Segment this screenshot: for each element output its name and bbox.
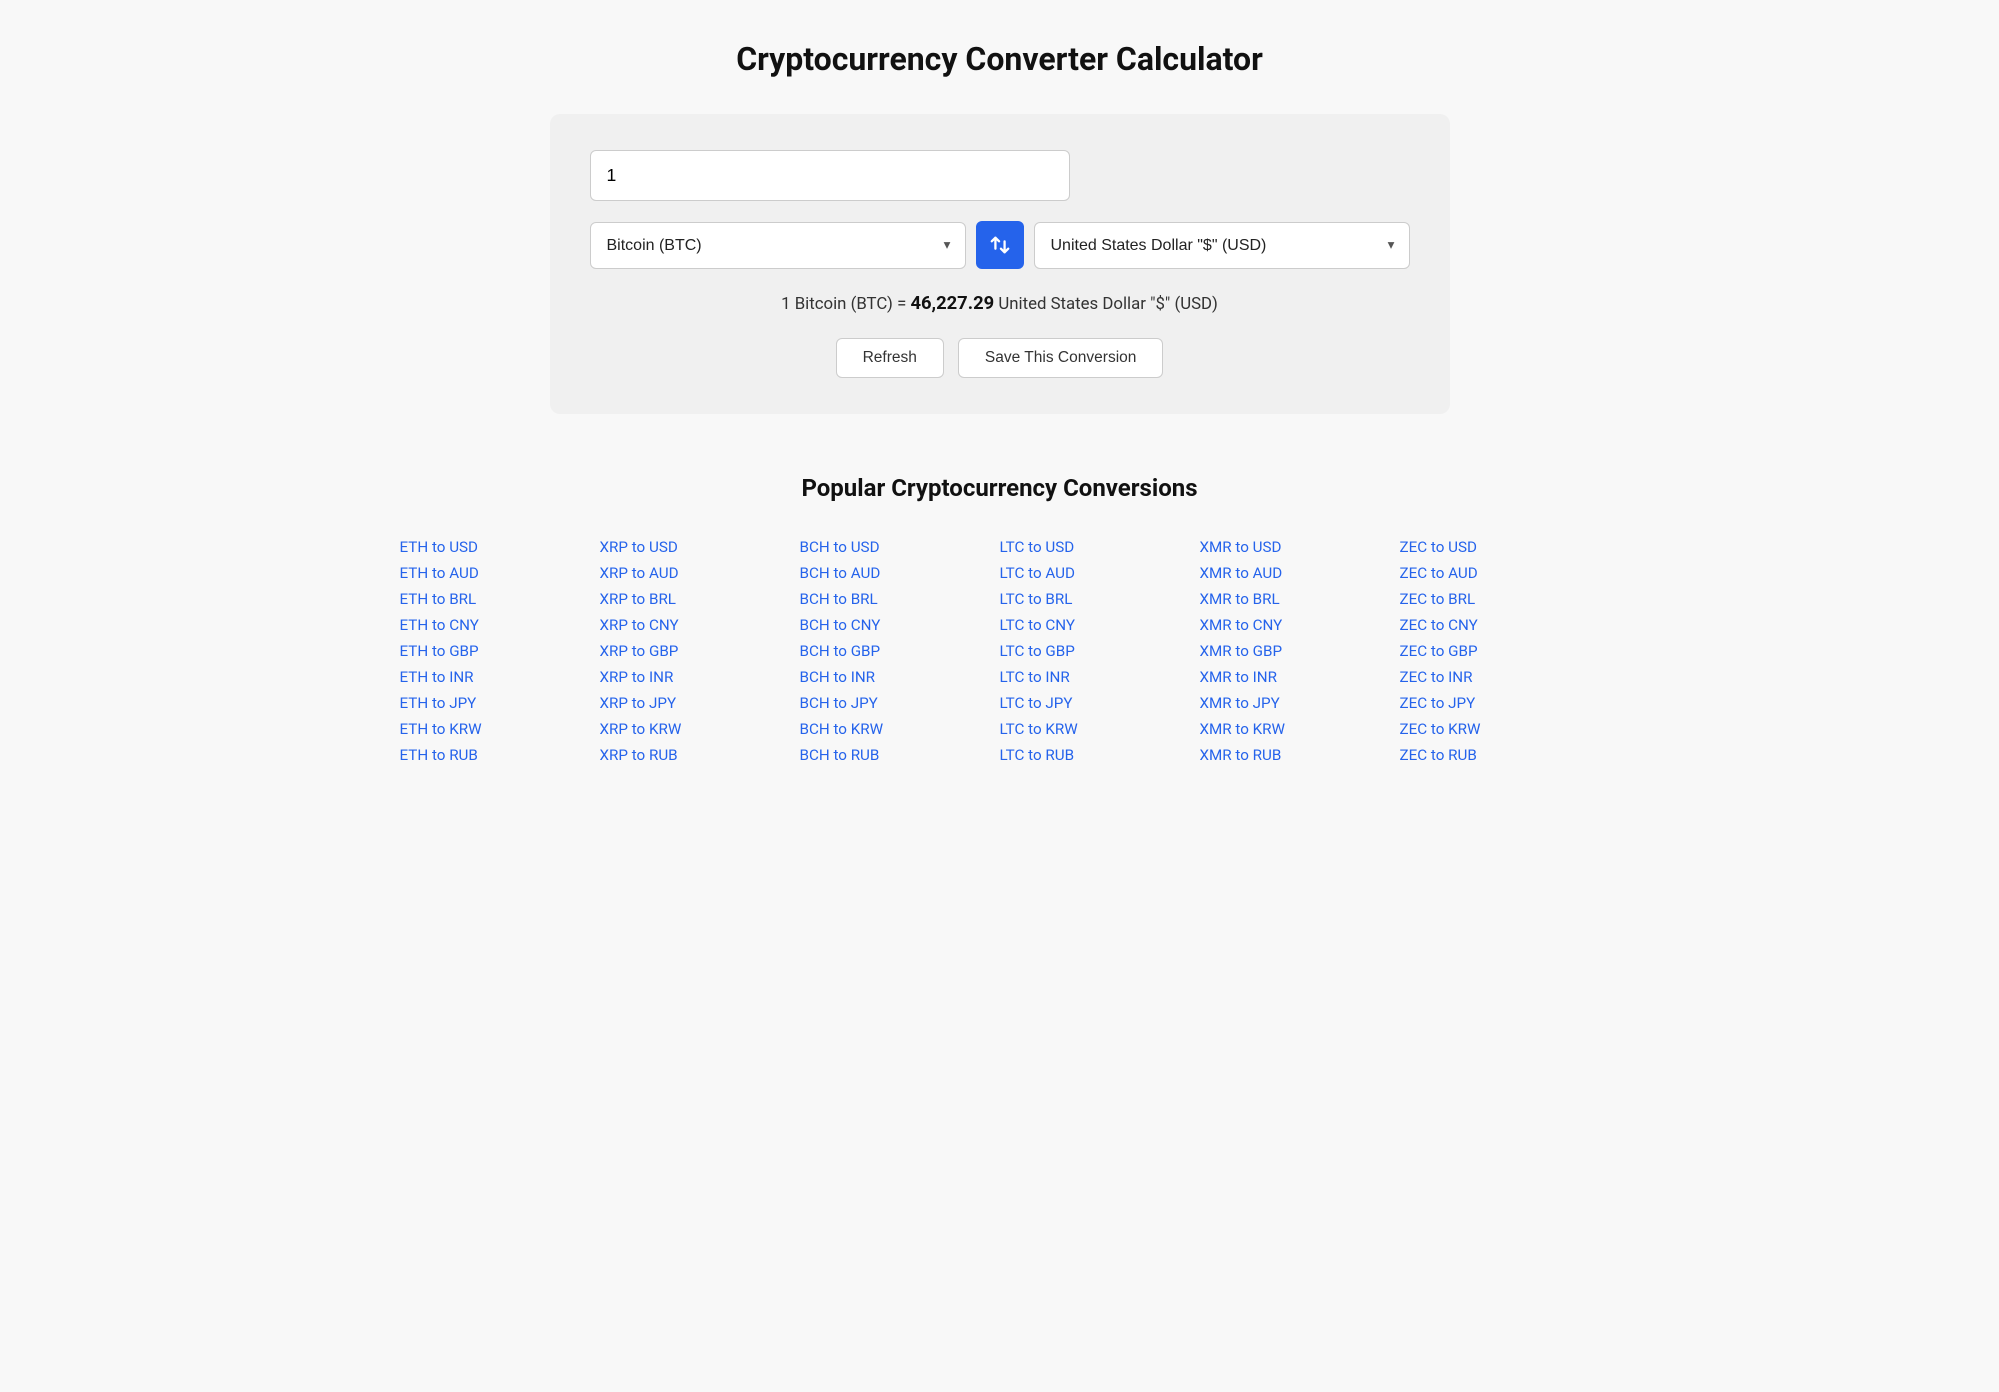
conversion-link[interactable]: ZEC to BRL bbox=[1400, 586, 1600, 612]
conversion-link[interactable]: BCH to RUB bbox=[800, 742, 1000, 768]
conversion-link[interactable]: LTC to JPY bbox=[1000, 690, 1200, 716]
conversion-link[interactable]: ZEC to INR bbox=[1400, 664, 1600, 690]
conversion-link[interactable]: ETH to RUB bbox=[400, 742, 600, 768]
conversion-link[interactable]: XRP to AUD bbox=[600, 560, 800, 586]
conversion-link[interactable]: XRP to JPY bbox=[600, 690, 800, 716]
conversion-column-xmr: XMR to USDXMR to AUDXMR to BRLXMR to CNY… bbox=[1200, 534, 1400, 768]
swap-button[interactable] bbox=[976, 221, 1024, 269]
conversion-link[interactable]: XRP to BRL bbox=[600, 586, 800, 612]
conversion-link[interactable]: BCH to BRL bbox=[800, 586, 1000, 612]
conversion-link[interactable]: ETH to JPY bbox=[400, 690, 600, 716]
conversion-link[interactable]: XMR to INR bbox=[1200, 664, 1400, 690]
conversion-column-xrp: XRP to USDXRP to AUDXRP to BRLXRP to CNY… bbox=[600, 534, 800, 768]
conversion-link[interactable]: BCH to KRW bbox=[800, 716, 1000, 742]
to-currency-wrapper: United States Dollar "$" (USD) ▾ bbox=[1034, 222, 1410, 269]
conversion-link[interactable]: ETH to KRW bbox=[400, 716, 600, 742]
to-currency-select[interactable]: United States Dollar "$" (USD) bbox=[1035, 223, 1409, 268]
conversion-link[interactable]: LTC to GBP bbox=[1000, 638, 1200, 664]
conversion-link[interactable]: XMR to BRL bbox=[1200, 586, 1400, 612]
save-conversion-button[interactable]: Save This Conversion bbox=[958, 338, 1164, 378]
conversion-link[interactable]: ETH to AUD bbox=[400, 560, 600, 586]
conversion-link[interactable]: ZEC to RUB bbox=[1400, 742, 1600, 768]
conversion-column-bch: BCH to USDBCH to AUDBCH to BRLBCH to CNY… bbox=[800, 534, 1000, 768]
conversion-link[interactable]: LTC to USD bbox=[1000, 534, 1200, 560]
conversion-link[interactable]: BCH to INR bbox=[800, 664, 1000, 690]
conversion-column-ltc: LTC to USDLTC to AUDLTC to BRLLTC to CNY… bbox=[1000, 534, 1200, 768]
result-unit-text: United States Dollar "$" (USD) bbox=[998, 294, 1218, 314]
conversion-link[interactable]: LTC to BRL bbox=[1000, 586, 1200, 612]
conversion-link[interactable]: ETH to USD bbox=[400, 534, 600, 560]
conversion-link[interactable]: LTC to INR bbox=[1000, 664, 1200, 690]
conversion-link[interactable]: ZEC to CNY bbox=[1400, 612, 1600, 638]
conversion-link[interactable]: ZEC to JPY bbox=[1400, 690, 1600, 716]
amount-input[interactable] bbox=[590, 150, 1070, 201]
conversion-link[interactable]: ETH to CNY bbox=[400, 612, 600, 638]
result-value: 46,227.29 bbox=[910, 293, 994, 314]
conversion-link[interactable]: BCH to AUD bbox=[800, 560, 1000, 586]
conversion-link[interactable]: ZEC to KRW bbox=[1400, 716, 1600, 742]
conversion-link[interactable]: BCH to USD bbox=[800, 534, 1000, 560]
conversion-link[interactable]: XRP to INR bbox=[600, 664, 800, 690]
conversion-link[interactable]: XMR to USD bbox=[1200, 534, 1400, 560]
conversion-link[interactable]: ZEC to USD bbox=[1400, 534, 1600, 560]
result-label: 1 Bitcoin (BTC) bbox=[781, 294, 893, 314]
from-currency-select[interactable]: Bitcoin (BTC) bbox=[591, 223, 965, 268]
conversion-link[interactable]: XMR to JPY bbox=[1200, 690, 1400, 716]
conversion-link[interactable]: LTC to AUD bbox=[1000, 560, 1200, 586]
swap-icon bbox=[989, 234, 1011, 256]
conversion-link[interactable]: ETH to INR bbox=[400, 664, 600, 690]
page-title: Cryptocurrency Converter Calculator bbox=[20, 40, 1979, 78]
conversion-link[interactable]: XMR to KRW bbox=[1200, 716, 1400, 742]
conversion-link[interactable]: ETH to GBP bbox=[400, 638, 600, 664]
conversion-link[interactable]: XRP to USD bbox=[600, 534, 800, 560]
conversion-link[interactable]: XRP to KRW bbox=[600, 716, 800, 742]
conversion-link[interactable]: ZEC to AUD bbox=[1400, 560, 1600, 586]
conversion-link[interactable]: BCH to JPY bbox=[800, 690, 1000, 716]
actions-row: Refresh Save This Conversion bbox=[590, 338, 1410, 378]
result-equals: = bbox=[897, 294, 910, 314]
conversion-link[interactable]: ZEC to GBP bbox=[1400, 638, 1600, 664]
selectors-row: Bitcoin (BTC) ▾ United States Dollar "$"… bbox=[590, 221, 1410, 269]
conversion-link[interactable]: XRP to RUB bbox=[600, 742, 800, 768]
conversion-link[interactable]: XMR to CNY bbox=[1200, 612, 1400, 638]
conversion-link[interactable]: LTC to RUB bbox=[1000, 742, 1200, 768]
conversion-link[interactable]: ETH to BRL bbox=[400, 586, 600, 612]
conversion-link[interactable]: XMR to GBP bbox=[1200, 638, 1400, 664]
converter-card: Bitcoin (BTC) ▾ United States Dollar "$"… bbox=[550, 114, 1450, 414]
conversion-link[interactable]: LTC to KRW bbox=[1000, 716, 1200, 742]
from-currency-wrapper: Bitcoin (BTC) ▾ bbox=[590, 222, 966, 269]
conversion-link[interactable]: XRP to CNY bbox=[600, 612, 800, 638]
result-row: 1 Bitcoin (BTC) = 46,227.29 United State… bbox=[590, 293, 1410, 314]
conversion-column-zec: ZEC to USDZEC to AUDZEC to BRLZEC to CNY… bbox=[1400, 534, 1600, 768]
conversions-grid: ETH to USDETH to AUDETH to BRLETH to CNY… bbox=[400, 534, 1600, 768]
refresh-button[interactable]: Refresh bbox=[836, 338, 944, 378]
popular-section-title: Popular Cryptocurrency Conversions bbox=[20, 474, 1979, 502]
conversion-link[interactable]: XRP to GBP bbox=[600, 638, 800, 664]
conversion-link[interactable]: XMR to AUD bbox=[1200, 560, 1400, 586]
conversion-column-eth: ETH to USDETH to AUDETH to BRLETH to CNY… bbox=[400, 534, 600, 768]
conversion-link[interactable]: BCH to CNY bbox=[800, 612, 1000, 638]
conversion-link[interactable]: LTC to CNY bbox=[1000, 612, 1200, 638]
conversion-link[interactable]: BCH to GBP bbox=[800, 638, 1000, 664]
conversion-link[interactable]: XMR to RUB bbox=[1200, 742, 1400, 768]
